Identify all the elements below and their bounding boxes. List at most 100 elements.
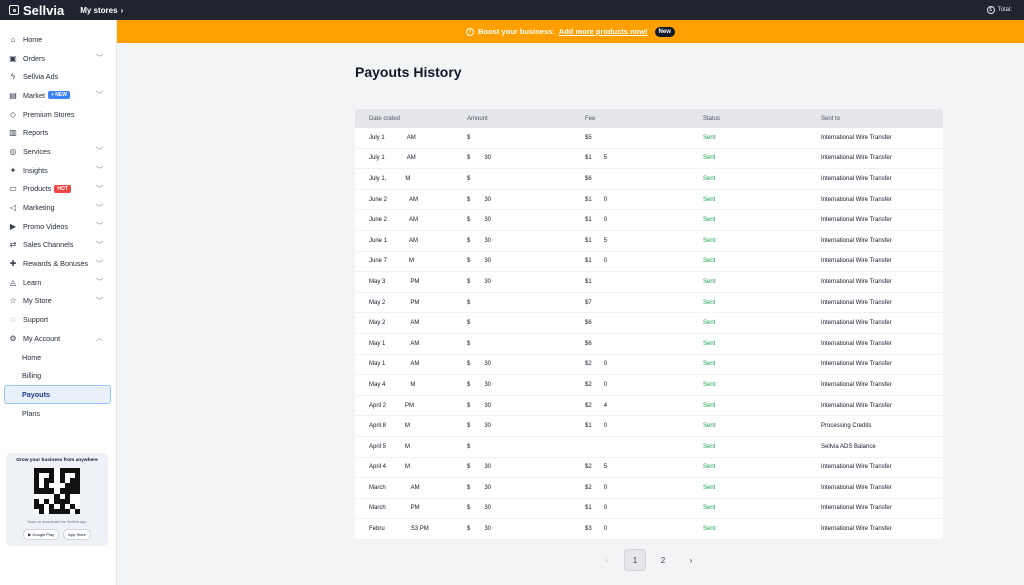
cell-sent-to: International Wire Transfer bbox=[821, 258, 892, 265]
cell-amount: $30 bbox=[467, 423, 585, 429]
cell-date: April 2 PM bbox=[355, 403, 467, 409]
page-title: Payouts History bbox=[355, 64, 462, 80]
status-badge: Sent bbox=[703, 340, 716, 347]
page-2-button[interactable]: 2 bbox=[652, 549, 674, 571]
account-subitem-plans[interactable]: Plans bbox=[0, 404, 116, 423]
fee-part: $2 bbox=[585, 464, 592, 471]
my-stores-button[interactable]: My stores › bbox=[80, 6, 123, 15]
cell-fee: $1 0 bbox=[585, 423, 703, 429]
sidebar-item-services[interactable]: ◎ Services ﹀ bbox=[0, 142, 116, 161]
chevron-right-icon: › bbox=[120, 5, 124, 15]
sidebar-item-premium-stores[interactable]: ◇ Premium Stores bbox=[0, 105, 116, 124]
cell-sent-to: International Wire Transfer bbox=[821, 217, 892, 224]
cell-fee: $6 bbox=[585, 341, 703, 347]
app-promo-card: Grow your business from anywhere Scan to… bbox=[6, 453, 108, 546]
amount-part: $ bbox=[467, 423, 471, 430]
sidebar-item-home[interactable]: ⌂ Home bbox=[0, 30, 116, 49]
sidebar-item-label: Market bbox=[23, 90, 45, 100]
fee-part: $1 bbox=[585, 258, 592, 265]
sidebar-item-my-account[interactable]: ⚙ My Account ︿ bbox=[0, 329, 116, 348]
sidebar-item-marketing[interactable]: ◁ Marketing ﹀ bbox=[0, 198, 116, 217]
sidebar-item-insights[interactable]: ✦ Insights ﹀ bbox=[0, 161, 116, 180]
app-store-button[interactable]: App Store bbox=[63, 529, 91, 540]
services-icon: ◎ bbox=[9, 146, 17, 156]
account-subitem-payouts[interactable]: Payouts bbox=[4, 385, 111, 404]
sidebar-item-rewards-bonuses[interactable]: ✚ Rewards & Bonuses ﹀ bbox=[0, 254, 116, 273]
chevron-down-icon: ﹀ bbox=[96, 297, 103, 305]
fee-tail: 0 bbox=[603, 217, 608, 224]
amount-part: $ bbox=[467, 505, 471, 512]
amount-part: $ bbox=[467, 484, 471, 491]
status-badge: Sent bbox=[703, 423, 716, 430]
sidebar-nav: ⌂ Home ▣ Orders ﹀ ϟ Sellvia Ads ▤ Market + NEW ﹀ ◇ P… bbox=[0, 30, 116, 348]
table-row: March AM $30 $2 0 Sent International Wire Tran… bbox=[355, 478, 943, 499]
cell-fee: $1 5 bbox=[585, 155, 703, 161]
status-badge: Sent bbox=[703, 320, 716, 327]
sidebar-item-learn[interactable]: ◬ Learn ﹀ bbox=[0, 273, 116, 292]
sidebar-item-products[interactable]: ▭ Products HOT ﹀ bbox=[0, 180, 116, 199]
amount-tail: 30 bbox=[484, 484, 492, 491]
status-badge: Sent bbox=[703, 361, 716, 368]
date-part: April 4 bbox=[369, 464, 387, 471]
google-play-button[interactable]: ▶ Google Play bbox=[23, 529, 60, 540]
sidebar-item-reports[interactable]: ▥ Reports bbox=[0, 123, 116, 142]
total-balance[interactable]: $ Total: bbox=[986, 0, 1012, 20]
cell-sent-to: International Wire Transfer bbox=[821, 237, 892, 244]
next-page-button[interactable]: › bbox=[680, 549, 702, 571]
sidebar-item-label: Rewards & Bonuses bbox=[23, 259, 89, 269]
account-subitem-billing[interactable]: Billing bbox=[0, 366, 116, 385]
fee-part: $2 bbox=[585, 484, 592, 491]
time-part: M bbox=[410, 381, 416, 388]
status-badge: Sent bbox=[703, 134, 716, 141]
sidebar-item-market[interactable]: ▤ Market + NEW ﹀ bbox=[0, 86, 116, 105]
cell-fee: $3 0 bbox=[585, 526, 703, 532]
sidebar-item-orders[interactable]: ▣ Orders ﹀ bbox=[0, 49, 116, 68]
sidebar-item-label: Orders bbox=[23, 53, 45, 63]
sidebar-item-promo-videos[interactable]: ▶ Promo Videos ﹀ bbox=[0, 217, 116, 236]
amount-part: $ bbox=[467, 320, 471, 327]
cell-sent-to: International Wire Transfer bbox=[821, 484, 892, 491]
qr-code bbox=[34, 468, 80, 514]
cell-sent-to: International Wire Transfer bbox=[821, 381, 892, 388]
amount-part: $ bbox=[467, 381, 471, 388]
cell-fee: $2 0 bbox=[585, 485, 703, 491]
page-1-button[interactable]: 1 bbox=[624, 549, 646, 571]
sidebar-item-sales-channels[interactable]: ⇄ Sales Channels ﹀ bbox=[0, 236, 116, 255]
chevron-down-icon: ﹀ bbox=[96, 92, 103, 100]
account-subnav: Home Billing Payouts Plans bbox=[0, 348, 116, 423]
amount-tail: 30 bbox=[484, 464, 492, 471]
cell-fee: $1 0 bbox=[585, 505, 703, 511]
sidebar-item-label: Support bbox=[23, 315, 49, 325]
google-play-label: Google Play bbox=[32, 532, 55, 537]
cell-amount: $30 bbox=[467, 505, 585, 511]
time-part: AM bbox=[410, 340, 420, 347]
add-products-link[interactable]: Add more products now! bbox=[559, 27, 648, 36]
date-part: May 1 bbox=[369, 361, 386, 368]
cell-fee: $2 0 bbox=[585, 382, 703, 388]
account-subitem-home[interactable]: Home bbox=[0, 348, 116, 367]
fee-tail: 0 bbox=[603, 526, 608, 533]
star-icon: ☆ bbox=[9, 296, 17, 306]
amount-part: $ bbox=[467, 340, 471, 347]
sidebar: ⌂ Home ▣ Orders ﹀ ϟ Sellvia Ads ▤ Market + NEW ﹀ ◇ P… bbox=[0, 20, 117, 585]
cell-sent-to: International Wire Transfer bbox=[821, 320, 892, 327]
cell-date: March PM bbox=[355, 505, 467, 511]
sidebar-item-sellvia-ads[interactable]: ϟ Sellvia Ads bbox=[0, 67, 116, 86]
bolt-icon: ϟ bbox=[10, 72, 16, 82]
time-part: AM bbox=[406, 155, 416, 162]
sidebar-item-label: Learn bbox=[23, 277, 42, 287]
sidebar-item-support[interactable]: ◌ Support bbox=[0, 310, 116, 329]
logo[interactable]: Sellvia bbox=[0, 3, 64, 18]
date-part: April 5 bbox=[369, 443, 387, 450]
cell-sent-to: International Wire Transfer bbox=[821, 464, 892, 471]
table-row: July 1 AM $ $5 Sent International Wire Transf… bbox=[355, 128, 943, 149]
sidebar-item-my-store[interactable]: ☆ My Store ﹀ bbox=[0, 292, 116, 311]
cell-amount: $30 bbox=[467, 382, 585, 388]
time-part: M bbox=[405, 443, 411, 450]
time-part: M bbox=[405, 175, 411, 182]
cell-amount: $30 bbox=[467, 361, 585, 367]
status-badge: Sent bbox=[703, 402, 716, 409]
prev-page-button[interactable]: ‹ bbox=[596, 549, 618, 571]
cell-date: May 1 AM bbox=[355, 361, 467, 367]
amount-part: $ bbox=[467, 299, 471, 306]
